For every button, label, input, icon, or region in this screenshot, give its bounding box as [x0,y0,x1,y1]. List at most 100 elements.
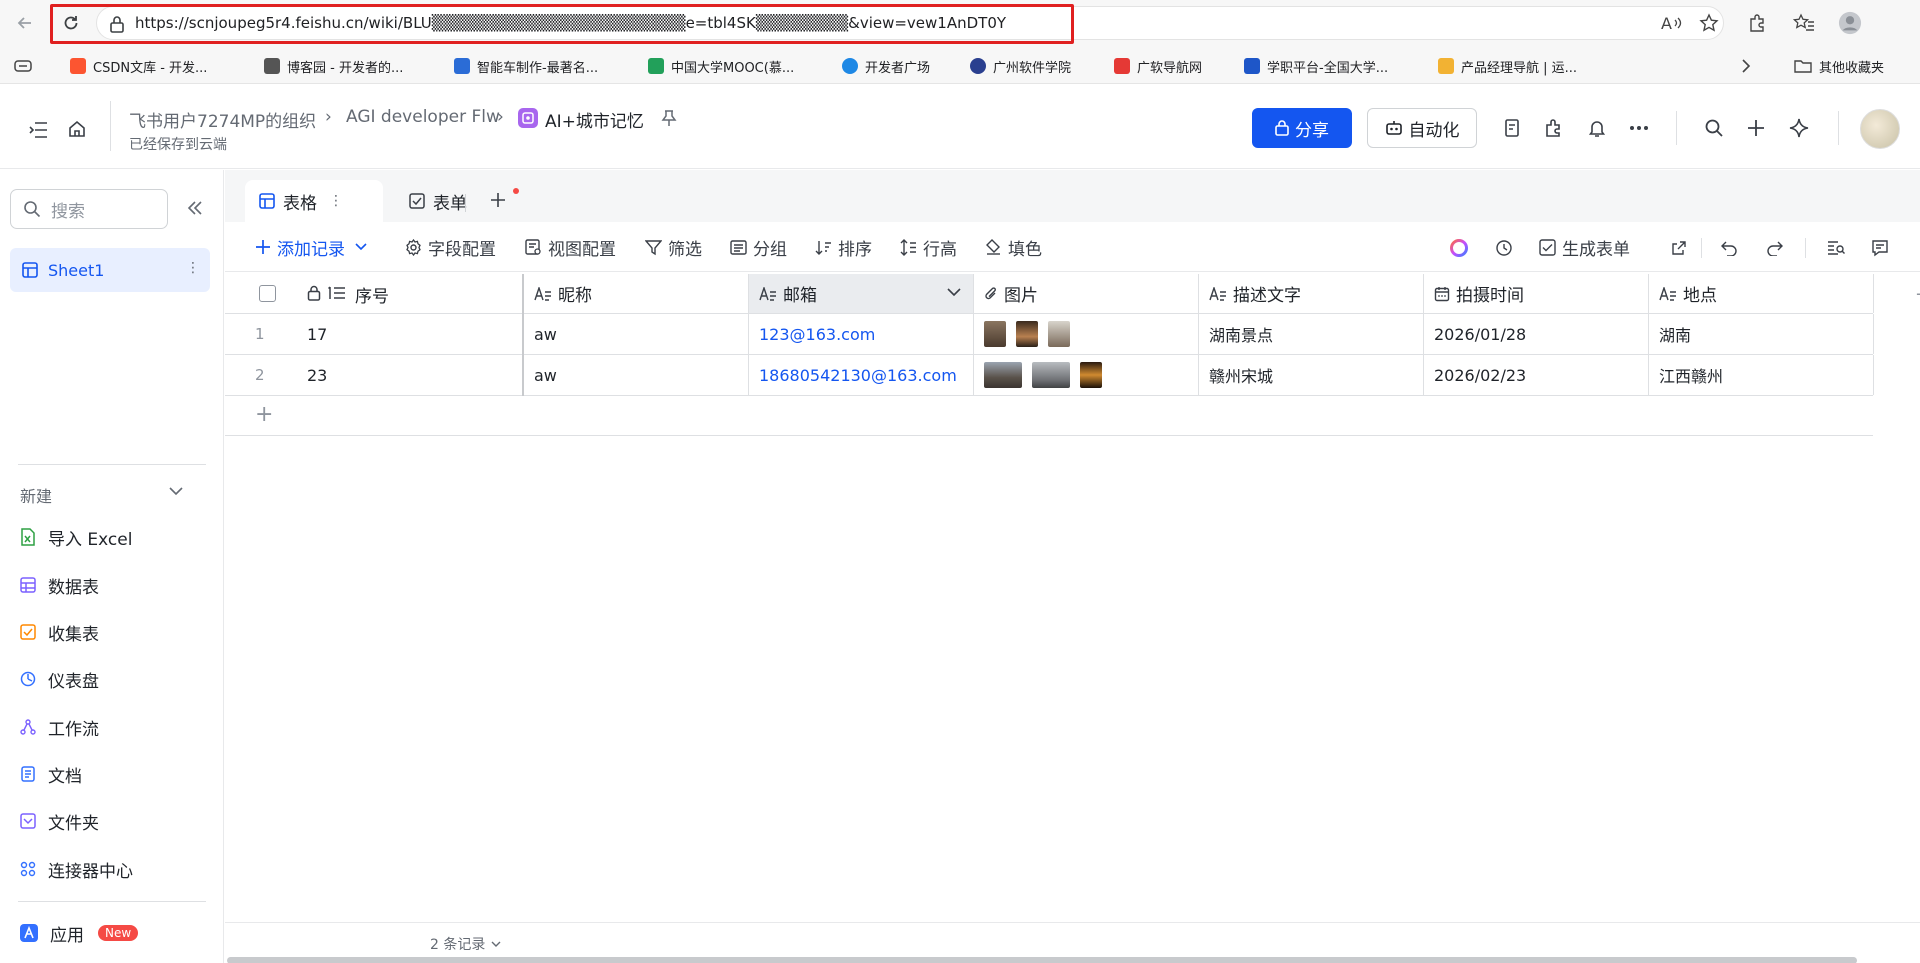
sidebar-item-dashboard[interactable]: 仪表盘 [20,667,99,692]
breadcrumb-space[interactable]: AGI developer Flw [346,107,500,127]
cell-images[interactable] [974,355,1199,395]
add-view-icon[interactable] [489,191,507,213]
add-row-plus-icon[interactable]: + [255,402,273,427]
cell-email[interactable]: 18680542130@163.com [749,355,974,395]
cell-description[interactable]: 湖南景点 [1199,314,1424,354]
view-config-button[interactable]: 视图配置 [525,236,616,260]
bookmark-item[interactable]: 开发者广场 [842,55,930,77]
plugin-icon[interactable] [1543,117,1565,139]
ai-sparkle-icon[interactable] [1788,117,1810,139]
chevron-down-icon[interactable] [168,484,184,500]
table-row[interactable]: 2 23 aw 18680542130@163.com 赣州宋城 2026/02… [225,355,1874,396]
sidebar-item-form[interactable]: 收集表 [20,620,99,645]
more-icon[interactable] [1628,117,1650,139]
bookmark-item[interactable]: 博客园 - 开发者的... [264,55,403,77]
image-thumbnail[interactable] [1016,321,1038,347]
sidebar-item-data-table[interactable]: 数据表 [20,573,99,598]
table-row[interactable]: 1 17 aw 123@163.com 湖南景点 2026/01/28 湖南 [225,314,1874,355]
select-all-checkbox[interactable] [259,285,276,302]
history-icon[interactable] [1494,238,1514,258]
filter-button[interactable]: 筛选 [645,236,702,260]
header-cell-images[interactable]: 图片 [974,274,1199,313]
sidebar-item-folder[interactable]: 文件夹 [20,809,99,834]
cell-seq[interactable]: 2 23 [225,355,522,395]
cell-description[interactable]: 赣州宋城 [1199,355,1424,395]
breadcrumb-org[interactable]: 飞书用户7274MP的组织 [129,107,316,132]
sort-button[interactable]: 排序 [815,236,872,260]
sidebar-search-input[interactable]: 搜索 [10,189,168,229]
image-thumbnail[interactable] [1032,362,1070,388]
group-button[interactable]: 分组 [730,236,787,260]
bookmark-item[interactable]: 智能车制作-最著名... [454,55,598,77]
fill-color-button[interactable]: 填色 [985,236,1042,260]
header-cell-description[interactable]: 描述文字 [1199,274,1424,313]
undo-icon[interactable] [1719,238,1739,258]
tab-more-icon[interactable]: ⋮ [329,193,343,209]
header-cell-date[interactable]: 拍摄时间 [1424,274,1649,313]
header-cell-email[interactable]: 邮箱 [749,274,974,313]
bookmark-item[interactable]: CSDN文库 - 开发... [70,55,207,77]
search-records-icon[interactable] [1826,238,1846,258]
bookmark-item[interactable]: 广州软件学院 [970,55,1071,77]
horizontal-scrollbar[interactable] [227,957,1857,963]
extensions-icon[interactable] [1745,11,1769,35]
share-button[interactable]: 分享 [1252,108,1352,148]
sidebar-item-apps[interactable]: 应用 New [20,921,139,946]
toggle-outline-icon[interactable] [28,119,50,141]
sidebar-item-import-excel[interactable]: 导入 Excel [20,525,132,550]
search-icon[interactable] [1703,117,1725,139]
redo-icon[interactable] [1765,238,1785,258]
cell-images[interactable] [974,314,1199,354]
sidebar-item-connector[interactable]: 连接器中心 [20,857,133,882]
tab-form-view[interactable]: 表单 [383,180,467,222]
bookmark-item[interactable]: 广软导航网 [1114,55,1202,77]
other-bookmarks-folder[interactable]: 其他收藏夹 [1794,55,1884,77]
breadcrumb-current-doc[interactable]: AI+城市记忆 [545,107,644,132]
header-cell-place[interactable]: 地点 [1649,274,1874,313]
pin-icon[interactable] [658,107,680,129]
tab-grid-view[interactable]: 表格 ⋮ [245,180,383,222]
image-thumbnail[interactable] [984,362,1022,388]
row-height-button[interactable]: 行高 [900,236,957,260]
bookmark-item[interactable]: 产品经理导航 | 运... [1438,55,1577,77]
bell-icon[interactable] [1586,117,1608,139]
share-view-icon[interactable] [1669,238,1689,258]
cell-date[interactable]: 2026/02/23 [1424,355,1649,395]
sheet-more-icon[interactable]: ⋮ [186,260,200,276]
collapse-sidebar-icon[interactable] [186,200,204,220]
sidebar-item-doc[interactable]: 文档 [20,762,82,787]
cell-nickname[interactable]: aw [524,355,749,395]
doc-info-icon[interactable] [1502,117,1524,139]
image-thumbnail[interactable] [984,321,1006,347]
plus-icon[interactable] [1745,117,1767,139]
ai-assistant-icon[interactable] [1449,238,1469,258]
add-record-button[interactable]: 添加记录 [255,236,367,260]
sidebar-item-sheet1[interactable]: Sheet1 ⋮ [10,248,210,292]
header-cell-nickname[interactable]: 昵称 [524,274,749,313]
cell-date[interactable]: 2026/01/28 [1424,314,1649,354]
record-count[interactable]: 2 条记录 [430,934,501,954]
user-avatar[interactable] [1860,109,1900,149]
bookmark-item[interactable]: 中国大学MOOC(慕... [648,55,794,77]
cell-seq[interactable]: 1 17 [225,314,522,354]
chevron-down-icon[interactable] [947,288,961,297]
profile-icon[interactable] [1838,11,1862,35]
comment-icon[interactable] [1870,238,1890,258]
add-column-icon[interactable]: + [1915,284,1920,305]
cell-nickname[interactable]: aw [524,314,749,354]
cell-place[interactable]: 湖南 [1649,314,1874,354]
add-row[interactable]: + [225,396,1873,436]
automation-button[interactable]: 自动化 [1367,108,1477,148]
header-cell-seq[interactable]: 序号 [225,274,522,313]
favorites-list-icon[interactable] [1792,11,1816,35]
generate-form-button[interactable]: 生成表单 [1539,236,1630,260]
read-aloud-icon[interactable]: A [1660,11,1684,35]
image-thumbnail[interactable] [1080,362,1102,388]
bookmark-menu-icon[interactable] [14,55,32,77]
image-thumbnail[interactable] [1048,321,1070,347]
cell-email[interactable]: 123@163.com [749,314,974,354]
home-icon[interactable] [66,118,88,140]
bookmarks-more-chevron-icon[interactable] [1740,55,1752,77]
sidebar-item-workflow[interactable]: 工作流 [20,715,99,740]
cell-place[interactable]: 江西赣州 [1649,355,1874,395]
